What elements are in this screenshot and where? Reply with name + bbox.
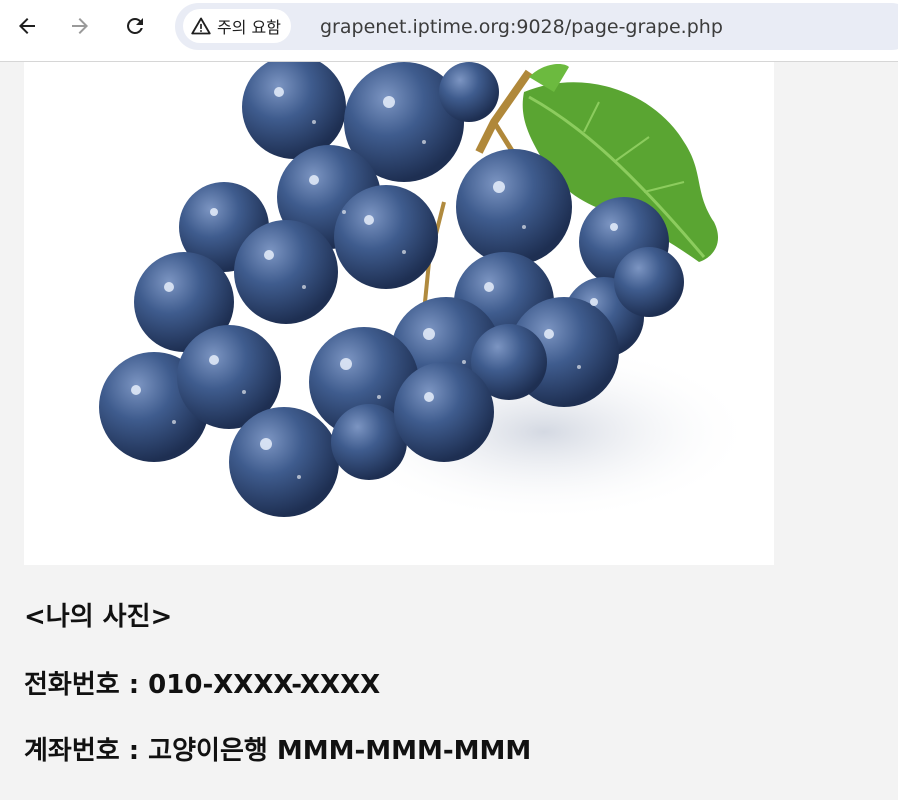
grapes-illustration xyxy=(99,62,754,522)
reload-button[interactable] xyxy=(119,10,151,42)
security-chip[interactable]: 주의 요함 xyxy=(183,9,291,43)
reload-icon xyxy=(127,18,143,34)
security-chip-label: 주의 요함 xyxy=(217,18,281,37)
address-bar[interactable]: 주의 요함 grapenet.iptime.org:9028/page-grap… xyxy=(175,3,898,50)
url-text[interactable]: grapenet.iptime.org:9028/page-grape.php xyxy=(320,16,723,38)
page-content: <나의 사진> 전화번호 : 010-XXXX-XXXX 계좌번호 : 고양이은… xyxy=(0,62,898,800)
phone-number-text: 전화번호 : 010-XXXX-XXXX xyxy=(24,670,381,700)
warning-triangle-icon xyxy=(191,17,211,35)
forward-button[interactable] xyxy=(64,10,96,42)
arrow-right-icon xyxy=(72,18,88,34)
grapes-photo xyxy=(24,62,774,565)
browser-toolbar: 주의 요함 grapenet.iptime.org:9028/page-grap… xyxy=(0,0,898,62)
arrow-left-icon xyxy=(19,18,35,34)
photo-caption: <나의 사진> xyxy=(24,602,173,632)
back-button[interactable] xyxy=(11,10,43,42)
account-number-text: 계좌번호 : 고양이은행 MMM-MMM-MMM xyxy=(24,736,532,766)
